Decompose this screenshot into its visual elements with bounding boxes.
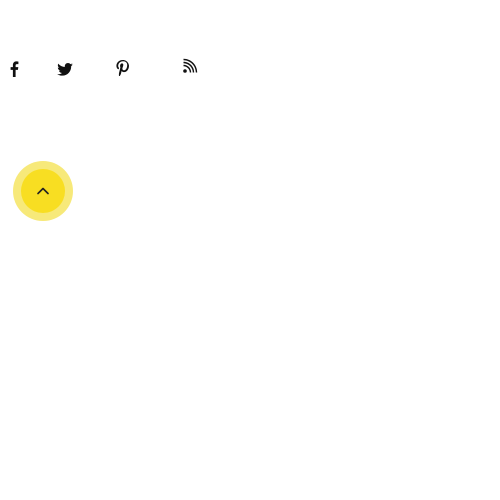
- rss-icon: [182, 58, 198, 74]
- back-to-top-inner-circle: [21, 169, 65, 213]
- facebook-icon: [8, 61, 20, 77]
- back-to-top-button[interactable]: [13, 161, 73, 221]
- rss-link[interactable]: [182, 58, 198, 74]
- page: [0, 0, 500, 500]
- chevron-up-icon: [37, 187, 49, 195]
- twitter-icon: [57, 63, 73, 76]
- twitter-link[interactable]: [57, 63, 73, 76]
- pinterest-link[interactable]: [116, 60, 129, 76]
- social-links-bar: [0, 55, 220, 85]
- facebook-link[interactable]: [8, 61, 20, 77]
- pinterest-icon: [116, 60, 129, 76]
